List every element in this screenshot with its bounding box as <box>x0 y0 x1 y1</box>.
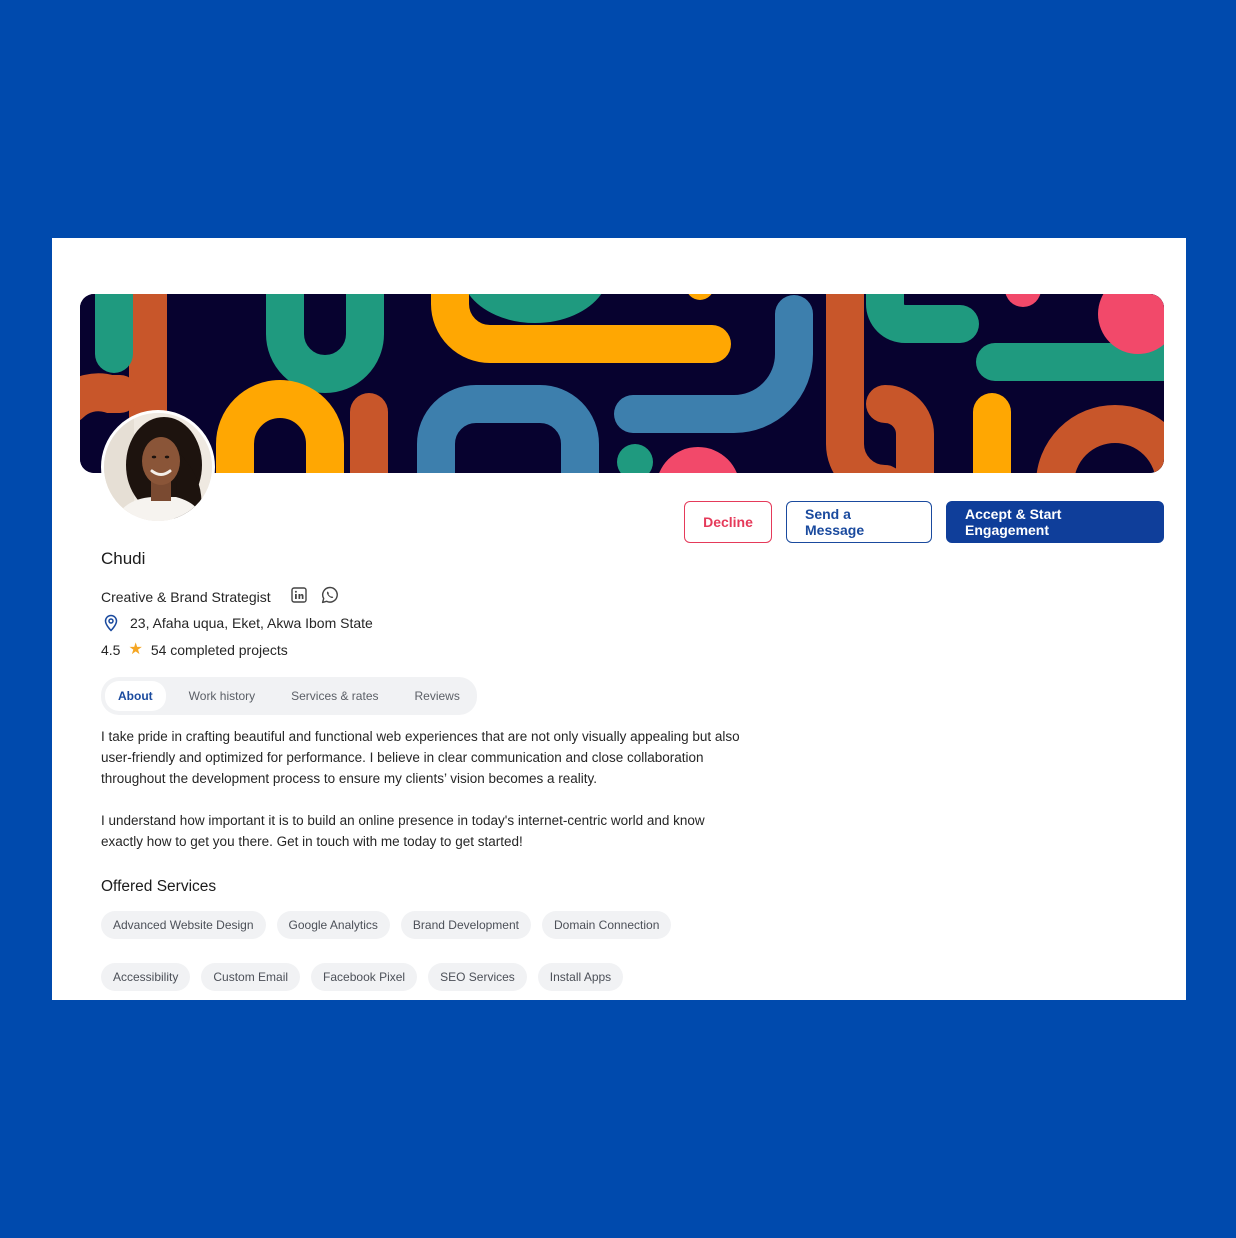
service-chip: Brand Development <box>400 911 531 939</box>
rating-value: 4.5 <box>101 642 121 658</box>
service-chip: Custom Email <box>201 963 301 991</box>
profile-name: Chudi <box>101 549 146 568</box>
star-icon: ★ <box>128 641 143 658</box>
completed-projects: 54 completed projects <box>150 642 288 658</box>
service-chip: Advanced Website Design <box>101 911 266 939</box>
accept-engagement-button[interactable]: Accept & Start Engagement <box>946 501 1164 543</box>
social-links <box>290 586 339 607</box>
location-row: 23, Afaha uqua, Eket, Akwa Ibom State <box>102 614 373 632</box>
location-pin-icon <box>104 614 118 632</box>
linkedin-icon[interactable] <box>290 587 307 606</box>
tab-about[interactable]: About <box>105 681 166 711</box>
service-chip: Domain Connection <box>541 911 672 939</box>
services-list: Advanced Website Design Google Analytics… <box>101 911 741 991</box>
about-paragraph-1: I take pride in crafting beautiful and f… <box>101 729 740 786</box>
profile-photo <box>104 413 212 521</box>
service-chip: SEO Services <box>428 963 527 991</box>
profile-location: 23, Afaha uqua, Eket, Akwa Ibom State <box>130 615 373 631</box>
profile-tabs: About Work history Services & rates Revi… <box>101 677 477 715</box>
rating-row: 4.5 ★ 54 completed projects <box>101 641 288 659</box>
action-buttons: Decline Send a Message Accept & Start En… <box>684 501 1164 543</box>
profile-card: Decline Send a Message Accept & Start En… <box>52 238 1186 1000</box>
cover-banner <box>80 294 1164 473</box>
avatar[interactable] <box>101 410 215 524</box>
whatsapp-icon[interactable] <box>321 586 339 607</box>
about-paragraph-2: I understand how important it is to buil… <box>101 813 705 849</box>
role-row: Creative & Brand Strategist <box>101 586 339 607</box>
cover-pattern <box>80 294 1164 473</box>
tab-work-history[interactable]: Work history <box>176 681 268 711</box>
tab-reviews[interactable]: Reviews <box>402 681 473 711</box>
offered-services-title: Offered Services <box>101 878 217 895</box>
decline-button[interactable]: Decline <box>684 501 772 543</box>
profile-role: Creative & Brand Strategist <box>101 588 271 605</box>
send-message-button[interactable]: Send a Message <box>786 501 932 543</box>
service-chip: Accessibility <box>101 963 191 991</box>
service-chip: Install Apps <box>537 963 624 991</box>
tab-services-rates[interactable]: Services & rates <box>278 681 391 711</box>
service-chip: Google Analytics <box>276 911 390 939</box>
about-section: I take pride in crafting beautiful and f… <box>101 726 741 873</box>
service-chip: Facebook Pixel <box>311 963 418 991</box>
